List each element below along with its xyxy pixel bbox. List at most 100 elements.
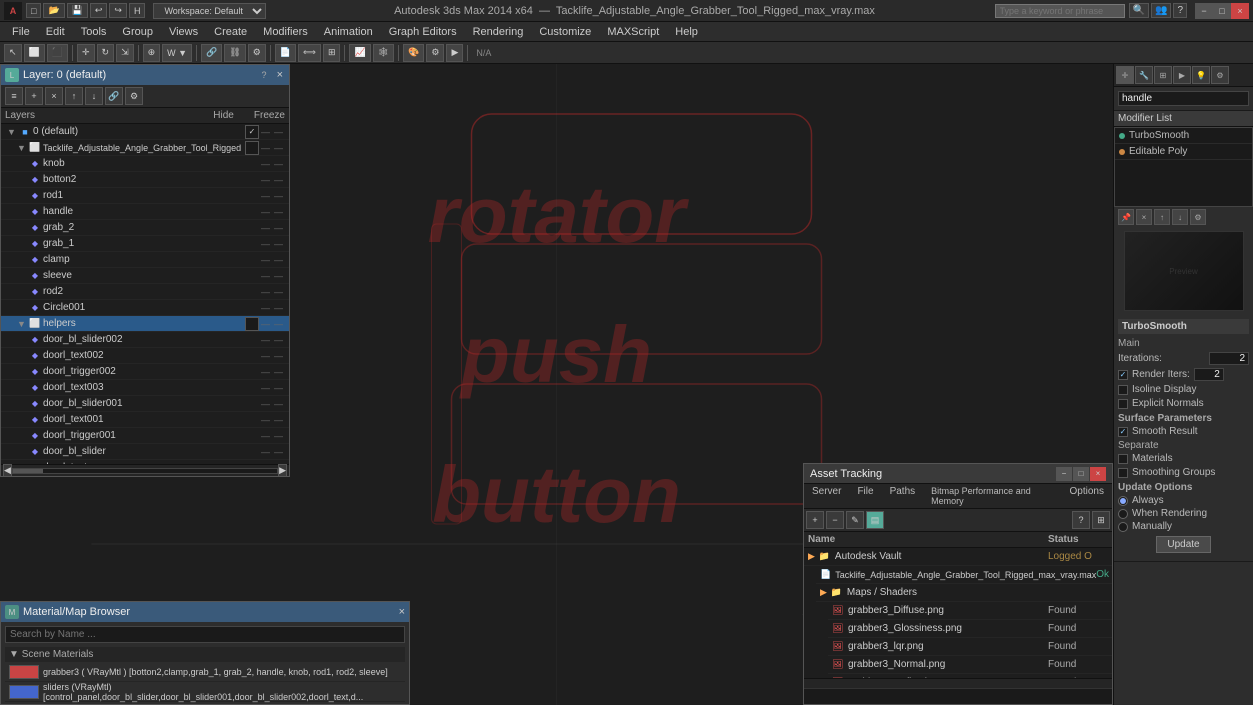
menu-edit[interactable]: Edit — [38, 24, 73, 40]
at-close-btn[interactable]: × — [1090, 467, 1106, 481]
layer-row[interactable]: ◆ door_bl_slider — — — [1, 444, 289, 460]
layers-scrollbar[interactable]: ◀ ▶ — [1, 464, 289, 476]
layer-row[interactable]: ◆ rod1 — — — [1, 188, 289, 204]
at-menu-server[interactable]: Server — [804, 484, 849, 508]
at-maximize-btn[interactable]: □ — [1073, 467, 1089, 481]
layer-check[interactable]: ✓ — [245, 125, 259, 139]
modifier-turbosmooth[interactable]: TurboSmooth — [1115, 128, 1252, 144]
layer-row[interactable]: ◆ doorl_text002 — — — [1, 348, 289, 364]
tb-align[interactable]: ⊞ — [323, 44, 341, 62]
at-row[interactable]: 🖼 grabber3_lqr.png Found — [828, 638, 1112, 656]
layer-row[interactable]: ◆ clamp — — — [1, 252, 289, 268]
layers-tb-1[interactable]: ≡ — [5, 87, 23, 105]
isoline-check[interactable] — [1118, 385, 1128, 395]
help-icon-btn[interactable]: ? — [1173, 3, 1187, 18]
rp-tab-hierarchy[interactable]: ⊞ — [1154, 66, 1172, 84]
close-btn[interactable]: × — [1231, 3, 1249, 19]
at-row[interactable]: 🖼 grabber3_Diffuse.png Found — [828, 602, 1112, 620]
tb-link[interactable]: 🔗 — [201, 44, 222, 62]
when-rendering-radio[interactable] — [1118, 509, 1128, 519]
at-tb-2[interactable]: − — [826, 511, 844, 529]
explicit-normals-check[interactable] — [1118, 399, 1128, 409]
at-minimize-btn[interactable]: − — [1056, 467, 1072, 481]
always-radio[interactable] — [1118, 496, 1128, 506]
scroll-right-btn[interactable]: ▶ — [278, 464, 287, 477]
open-button[interactable]: 📂 — [43, 3, 64, 18]
tb-render[interactable]: ▶ — [446, 44, 463, 62]
rp-tab-motion[interactable]: ▶ — [1173, 66, 1191, 84]
menu-modifiers[interactable]: Modifiers — [255, 24, 316, 40]
undo-button[interactable]: ↩ — [90, 3, 108, 18]
at-tb-5[interactable]: ? — [1072, 511, 1090, 529]
menu-help[interactable]: Help — [667, 24, 706, 40]
rp-tab-modify[interactable]: 🔧 — [1135, 66, 1153, 84]
menu-graph-editors[interactable]: Graph Editors — [381, 24, 465, 40]
minimize-btn[interactable]: − — [1195, 3, 1213, 19]
at-row[interactable]: 🖼 grabber3_Normal.png Found — [828, 656, 1112, 674]
scroll-left-btn[interactable]: ◀ — [3, 464, 12, 477]
maximize-btn[interactable]: □ — [1213, 3, 1231, 19]
mod-icon-pin[interactable]: 📌 — [1118, 209, 1134, 225]
menu-animation[interactable]: Animation — [316, 24, 381, 40]
helpers-check[interactable] — [245, 317, 259, 331]
layer-row[interactable]: ◆ botton2 — — — [1, 172, 289, 188]
material-browser-close[interactable]: × — [399, 606, 405, 618]
menu-customize[interactable]: Customize — [531, 24, 599, 40]
layer-row[interactable]: ◆ rod2 — — — [1, 284, 289, 300]
smoothing-groups-check[interactable] — [1118, 468, 1128, 478]
modifier-editable-poly[interactable]: Editable Poly — [1115, 144, 1252, 160]
workspace-selector[interactable]: Workspace: Default — [153, 3, 266, 19]
redo-button[interactable]: ↪ — [109, 3, 127, 18]
scroll-track[interactable] — [12, 468, 278, 474]
layer-row[interactable]: ◆ doorl_trigger002 — — — [1, 364, 289, 380]
group-expand-icon[interactable]: ▼ — [17, 143, 27, 153]
tb-mirror[interactable]: ⟺ — [298, 44, 321, 62]
menu-group[interactable]: Group — [114, 24, 161, 40]
layers-tb-settings[interactable]: ⚙ — [125, 87, 143, 105]
tb-scale[interactable]: ⇲ — [116, 44, 134, 62]
community-icon-btn[interactable]: 👥 — [1151, 3, 1171, 18]
tb-select-by[interactable]: ⬜ — [24, 44, 45, 62]
at-row[interactable]: 🖼 grabber3_Reflection.png Found — [828, 674, 1112, 678]
layer-row[interactable]: ◆ sleeve — — — [1, 268, 289, 284]
render-iters-check[interactable] — [1118, 370, 1128, 380]
material-row[interactable]: sliders (VRayMtl) [control_panel,door_bl… — [5, 682, 405, 702]
at-scrollbar[interactable] — [804, 678, 1112, 688]
update-button[interactable]: Update — [1156, 536, 1210, 553]
layers-tb-delete[interactable]: × — [45, 87, 63, 105]
rp-tab-utilities[interactable]: ⚙ — [1211, 66, 1229, 84]
layer-expand-icon[interactable]: ▼ — [7, 127, 17, 137]
tb-curve-editor[interactable]: 📈 — [349, 44, 370, 62]
layer-row[interactable]: ◆ doorl_text003 — — — [1, 380, 289, 396]
tb-pivot[interactable]: ⊕ — [143, 44, 161, 62]
layers-tb-up[interactable]: ↑ — [65, 87, 83, 105]
tb-render-setup[interactable]: ⚙ — [426, 44, 444, 62]
layer-row[interactable]: ◆ doorl_text001 — — — [1, 412, 289, 428]
material-row[interactable]: grabber3 ( VRayMtl ) [botton2,clamp,grab… — [5, 662, 405, 682]
layers-tb-add[interactable]: + — [25, 87, 43, 105]
tb-coord[interactable]: W ▼ — [162, 44, 192, 62]
at-menu-options[interactable]: Options — [1062, 484, 1112, 508]
layer-row[interactable]: ▼ ⬜ Tacklife_Adjustable_Angle_Grabber_To… — [1, 140, 289, 156]
at-row[interactable]: 🖼 grabber3_Glossiness.png Found — [828, 620, 1112, 638]
mod-icon-down[interactable]: ↓ — [1172, 209, 1188, 225]
layer-row-helpers[interactable]: ▼ ⬜ helpers — — — [1, 316, 289, 332]
tb-select[interactable]: ↖ — [4, 44, 22, 62]
iterations-input[interactable] — [1209, 352, 1249, 365]
menu-file[interactable]: File — [4, 24, 38, 40]
rp-tab-create[interactable]: ✛ — [1116, 66, 1134, 84]
at-row[interactable]: ▶ 📁 Autodesk Vault Logged O — [804, 548, 1112, 566]
layer-row[interactable]: ◆ door_bl_slider002 — — — [1, 332, 289, 348]
at-tb-4[interactable]: ▤ — [866, 511, 884, 529]
menu-rendering[interactable]: Rendering — [465, 24, 532, 40]
mod-icon-up[interactable]: ↑ — [1154, 209, 1170, 225]
menu-maxscript[interactable]: MAXScript — [599, 24, 667, 40]
layer-row[interactable]: ◆ doorl_trigger001 — — — [1, 428, 289, 444]
rp-tab-display[interactable]: 💡 — [1192, 66, 1210, 84]
hold-button[interactable]: H — [129, 3, 146, 18]
at-row[interactable]: ▶ 📁 Maps / Shaders — [816, 584, 1112, 602]
tb-move[interactable]: ✛ — [77, 44, 95, 62]
tb-rotate[interactable]: ↻ — [97, 44, 115, 62]
manually-radio[interactable] — [1118, 522, 1128, 532]
tb-select-region[interactable]: ⬛ — [47, 44, 68, 62]
